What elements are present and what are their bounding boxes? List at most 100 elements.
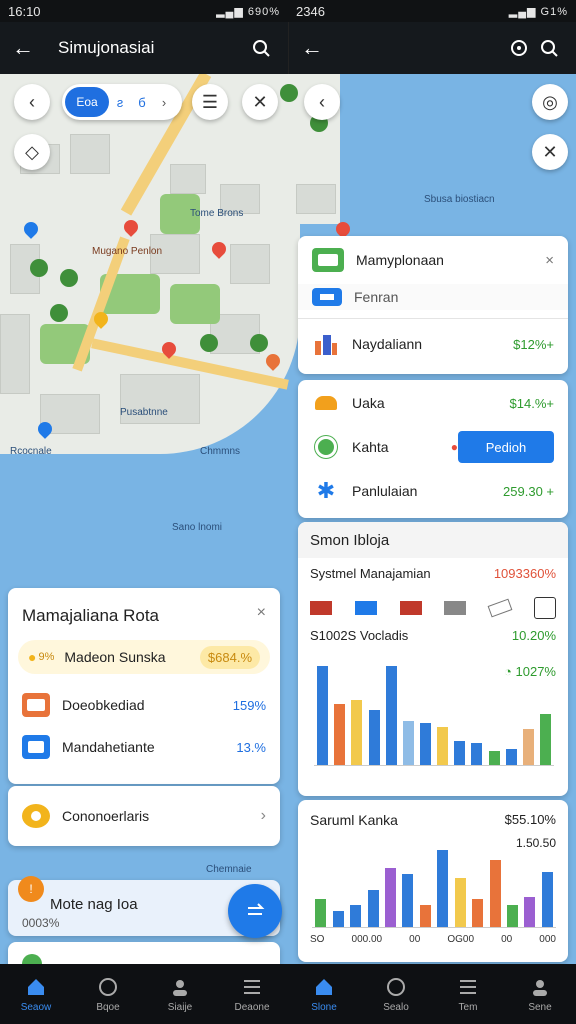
map-label: Mugano Penlon [92, 246, 163, 257]
mode-option-active[interactable]: Eoa [65, 87, 109, 117]
record-icon: ● [450, 440, 458, 454]
list-icon [460, 979, 476, 994]
directions-button[interactable] [228, 884, 282, 938]
close-icon[interactable]: × [257, 604, 266, 622]
map-mode-toggle[interactable]: Eoa ƨ б › [62, 84, 182, 120]
highlight-value: $684.% [199, 645, 260, 669]
document-icon [22, 735, 50, 759]
nav-explore[interactable]: Sealo [360, 964, 432, 1024]
map-block [296, 184, 336, 214]
location-icon[interactable]: ◎ [532, 84, 568, 120]
chart-bar [472, 899, 484, 927]
chart-title: S1002S Vocladis [310, 628, 409, 643]
card-header: Mamyplonaan × [298, 246, 568, 274]
tools-icon[interactable]: ✕ [532, 134, 568, 170]
list-item[interactable]: Doeobkediad 159% [8, 690, 280, 720]
map-block [0, 314, 30, 394]
primary-button[interactable]: Pedioh [458, 431, 554, 463]
mode-option[interactable]: ƨ [109, 95, 131, 110]
list-item[interactable]: Cononoerlaris › [8, 801, 280, 831]
nav-label: Slone [311, 1001, 337, 1013]
nav-explore[interactable]: Bqoe [72, 964, 144, 1024]
chart-bar [506, 905, 518, 927]
list-item[interactable]: Uaka $14.%+ [298, 388, 568, 418]
filter-selected-icon[interactable] [533, 597, 556, 619]
map-tree [60, 269, 78, 287]
chevron-right-icon[interactable]: › [153, 95, 175, 110]
signal-icon: ▂▄▆ [508, 5, 537, 18]
map-park [170, 284, 220, 324]
list-item-label: Naydaliann [352, 336, 423, 352]
list-item[interactable]: Fenran [298, 284, 568, 310]
nav-profile[interactable]: Sene [504, 964, 576, 1024]
ranking-card: Saruml Kanka $55.10% 1.50.50 SO 000.00 0… [298, 800, 568, 962]
x-tick: 000 [539, 934, 556, 945]
chart-bar [368, 709, 380, 765]
card-value: $55.10% [504, 812, 556, 827]
list-item-label: Cononoerlaris [62, 808, 150, 824]
map-tree [200, 334, 218, 352]
list-item-value: 159% [232, 697, 266, 713]
nav-menu[interactable]: Deaone [216, 964, 288, 1024]
chart-bar [402, 873, 414, 927]
chevron-left-icon[interactable]: ‹ [14, 84, 50, 120]
android-icon [312, 435, 340, 459]
chart-bar [489, 859, 501, 927]
compass-icon[interactable]: ◇ [14, 134, 50, 170]
search-icon[interactable] [246, 33, 276, 63]
map-block [70, 134, 110, 174]
filter-red-icon[interactable] [399, 601, 422, 615]
section-value: 1093360% [493, 566, 556, 581]
map-tree [50, 304, 68, 322]
chart-bar [437, 727, 449, 765]
map-label: Chmmns [200, 446, 241, 457]
filter-blue-icon[interactable] [354, 601, 377, 615]
search-icon[interactable] [534, 33, 564, 63]
chart-bar [367, 889, 379, 927]
list-item-label: Mandahetiante [62, 739, 155, 755]
transport-card: Mamyplonaan × Fenran Naydaliann $12%+ [298, 236, 568, 374]
nav-home[interactable]: Slone [288, 964, 360, 1024]
x-tick: OG00 [447, 934, 475, 945]
back-arrow-icon[interactable]: ← [301, 35, 333, 61]
filter-red-icon[interactable] [310, 601, 332, 615]
target-icon[interactable] [504, 33, 534, 63]
map-block [230, 244, 270, 284]
list-item-label: Panlulaian [352, 483, 418, 499]
map-tree [280, 84, 298, 102]
filter-eraser-icon[interactable] [487, 598, 513, 618]
card-header: Smon Ibloja [298, 522, 568, 558]
x-tick: 00 [409, 934, 421, 945]
chevron-left-icon[interactable]: ‹ [304, 84, 340, 120]
nav-home[interactable]: Seaow [0, 964, 72, 1024]
card-title: Saruml Kanka [310, 812, 398, 828]
chart-bar [419, 723, 431, 765]
card-icon [22, 693, 50, 717]
nav-profile[interactable]: Siaije [144, 964, 216, 1024]
list-item[interactable]: Kahta ● Pedioh [298, 430, 568, 464]
back-arrow-icon[interactable]: ← [12, 35, 44, 61]
chart-bar [350, 905, 362, 927]
bell-icon [22, 804, 50, 828]
close-icon[interactable]: × [545, 252, 554, 269]
filter-gray-icon[interactable] [444, 601, 467, 615]
tools-icon[interactable]: ✕ [242, 84, 278, 120]
chart-bar [317, 666, 329, 765]
signal-icon: ▂▄▆ [216, 5, 244, 18]
places-card: Uaka $14.%+ Kahta ● Pedioh ✱ Panlulaian … [298, 380, 568, 518]
layers-icon[interactable]: ☰ [192, 84, 228, 120]
status-battery: ▂▄▆ G1% [509, 5, 568, 18]
chart-value: 10.20% [511, 628, 556, 643]
navigation-card[interactable]: Cononoerlaris › [8, 786, 280, 846]
nav-list[interactable]: Tem [432, 964, 504, 1024]
list-item[interactable]: ✱ Panlulaian 259.30 + [298, 476, 568, 506]
list-item-value: $12%+ [513, 336, 554, 352]
list-item[interactable]: Mandahetiante 13.% [8, 732, 280, 762]
mode-option[interactable]: б [131, 95, 153, 110]
list-item[interactable]: Naydaliann $12%+ [298, 326, 568, 362]
highlight-row[interactable]: ● 9% Madeon Sunska $684.% [18, 640, 270, 674]
x-axis: SO 000.00 00 OG00 00 000 [310, 934, 556, 945]
list-item-label: Uaka [352, 395, 385, 411]
list-item-label: Fenran [354, 289, 399, 305]
chart-bar [385, 666, 397, 765]
